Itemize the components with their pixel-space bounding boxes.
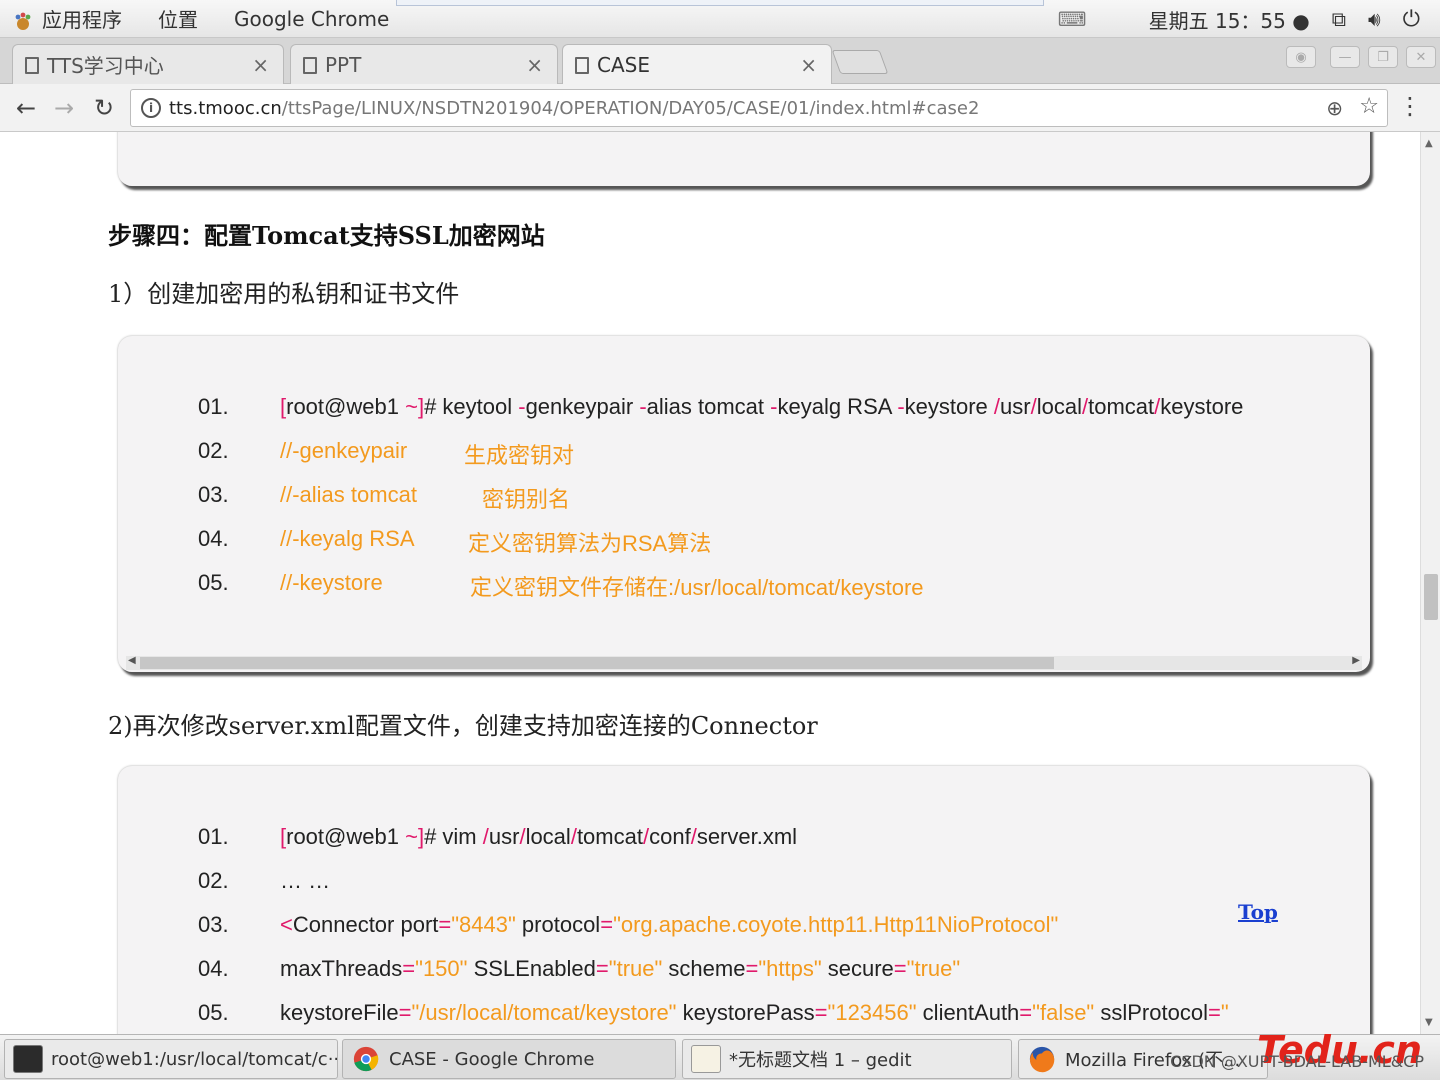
firefox-icon bbox=[1029, 1046, 1055, 1073]
gedit-icon bbox=[691, 1045, 721, 1073]
line-number: 04. bbox=[198, 956, 229, 981]
maximize-icon[interactable]: ❐ bbox=[1368, 46, 1398, 68]
reload-icon[interactable]: ↻ bbox=[88, 92, 120, 124]
comment-key: //-alias tomcat bbox=[280, 482, 417, 507]
code-block-server-xml: 01. [root@web1 ~]# vim /usr/local/tomcat… bbox=[118, 766, 1370, 1034]
page-icon bbox=[25, 57, 39, 74]
power-icon[interactable]: ⏻ bbox=[1403, 7, 1420, 32]
top-link[interactable]: Top bbox=[1238, 900, 1278, 924]
code-text: [root@web1 ~]# keytool -genkeypair -alia… bbox=[280, 394, 1244, 419]
page-vertical-scrollbar[interactable]: ▲ ▼ bbox=[1420, 132, 1440, 1034]
terminal-icon bbox=[13, 1045, 43, 1073]
page-icon bbox=[303, 57, 317, 74]
desktop-top-panel: 应用程序 位置 Google Chrome ⌨ 星期五 15：55 ● ⧉ 🔊︎… bbox=[0, 0, 1440, 38]
line-number: 05. bbox=[198, 570, 229, 595]
volume-icon[interactable]: 🔊︎ bbox=[1368, 7, 1381, 31]
task-label: CASE - Google Chrome bbox=[389, 1048, 595, 1070]
comment-desc: 生成密钥对 bbox=[464, 443, 575, 468]
address-bar[interactable]: i tts.tmooc.cn/ttsPage/LINUX/NSDTN201904… bbox=[130, 89, 1388, 127]
chrome-icon bbox=[353, 1046, 379, 1072]
section-title-1: 1）创建加密用的私钥和证书文件 bbox=[108, 280, 460, 308]
new-tab-button[interactable] bbox=[831, 50, 889, 74]
site-info-icon[interactable]: i bbox=[141, 98, 161, 118]
comment-desc: 密钥别名 bbox=[482, 487, 571, 512]
task-gedit[interactable]: *无标题文档 1 – gedit bbox=[682, 1039, 1012, 1079]
page-content: 步骤四：配置Tomcat支持SSL加密网站 1）创建加密用的私钥和证书文件 01… bbox=[0, 132, 1420, 1034]
tab-title: PPT bbox=[325, 52, 362, 77]
tab-title: TTS学习中心 bbox=[47, 54, 164, 78]
scroll-right-arrow-icon[interactable]: ▶ bbox=[1352, 655, 1360, 666]
places-menu[interactable]: 位置 bbox=[158, 4, 198, 33]
close-window-icon[interactable]: ✕ bbox=[1406, 46, 1436, 68]
line-number: 03. bbox=[198, 912, 229, 937]
task-chrome[interactable]: CASE - Google Chrome bbox=[342, 1039, 676, 1079]
page-icon bbox=[575, 57, 589, 74]
comment-key: //-keyalg RSA bbox=[280, 526, 415, 551]
browser-toolbar: ← → ↻ i tts.tmooc.cn/ttsPage/LINUX/NSDTN… bbox=[0, 84, 1440, 132]
back-arrow-icon[interactable]: ← bbox=[10, 92, 42, 124]
line-number: 05. bbox=[198, 1000, 229, 1025]
forward-arrow-icon[interactable]: → bbox=[48, 92, 80, 124]
tab-case[interactable]: CASE × bbox=[562, 44, 832, 85]
comment-key: //-keystore bbox=[280, 570, 383, 595]
minimize-icon[interactable]: — bbox=[1330, 46, 1360, 68]
step-title: 步骤四：配置Tomcat支持SSL加密网站 bbox=[108, 221, 545, 250]
horizontal-scrollbar[interactable]: ◀ ▶ bbox=[126, 655, 1362, 670]
code-text: … … bbox=[280, 868, 331, 893]
tab-close-icon[interactable]: × bbox=[526, 53, 543, 77]
applications-label: 应用程序 bbox=[42, 8, 122, 32]
keyboard-icon[interactable]: ⌨ bbox=[1058, 7, 1087, 31]
zoom-icon[interactable]: ⊕ bbox=[1326, 96, 1343, 120]
previous-code-block bbox=[118, 132, 1370, 186]
comment-desc: 定义密钥文件存储在:/usr/local/tomcat/keystore bbox=[470, 575, 924, 600]
scroll-left-arrow-icon[interactable]: ◀ bbox=[128, 655, 136, 666]
code-text: [root@web1 ~]# vim /usr/local/tomcat/con… bbox=[280, 824, 798, 849]
scrollbar-thumb[interactable] bbox=[140, 657, 1054, 669]
menu-kebab-icon[interactable]: ⋮ bbox=[1398, 92, 1422, 120]
network-icon[interactable]: ⧉ bbox=[1332, 7, 1346, 31]
tab-title: CASE bbox=[597, 53, 650, 77]
line-number: 02. bbox=[198, 438, 229, 463]
line-number: 03. bbox=[198, 482, 229, 507]
app-menu-chrome[interactable]: Google Chrome bbox=[234, 7, 389, 31]
bookmark-star-icon[interactable]: ☆ bbox=[1359, 94, 1379, 119]
code-text: keystoreFile="/usr/local/tomcat/keystore… bbox=[280, 1000, 1229, 1025]
tab-close-icon[interactable]: × bbox=[252, 53, 269, 77]
line-number: 01. bbox=[198, 824, 229, 849]
line-number: 02. bbox=[198, 868, 229, 893]
comment-key: //-genkeypair bbox=[280, 438, 408, 463]
task-label: root@web1:/usr/local/tomcat/c··· bbox=[51, 1048, 338, 1070]
section-title-2: 2)再次修改server.xml配置文件，创建支持加密连接的Connector bbox=[108, 712, 818, 740]
scrollbar-thumb[interactable] bbox=[1424, 574, 1438, 620]
url-host: tts.tmooc.cn bbox=[169, 97, 282, 119]
task-terminal[interactable]: root@web1:/usr/local/tomcat/c··· bbox=[4, 1039, 338, 1079]
gnome-foot-icon bbox=[15, 12, 31, 30]
panel-clock[interactable]: 星期五 15：55 ● bbox=[1149, 5, 1310, 34]
browser-tab-strip: TTS学习中心 × PPT × CASE × ◉ — ❐ ✕ bbox=[0, 38, 1440, 85]
tab-tts[interactable]: TTS学习中心 × bbox=[12, 44, 284, 84]
panel-menu: 应用程序 位置 Google Chrome bbox=[12, 4, 389, 33]
code-text: <Connector port="8443" protocol="org.apa… bbox=[280, 912, 1059, 937]
applications-menu[interactable]: 应用程序 bbox=[12, 4, 122, 33]
panel-status-area: ⌨ 星期五 15：55 ● ⧉ 🔊︎ ⏻ bbox=[1058, 0, 1420, 38]
line-number: 04. bbox=[198, 526, 229, 551]
url-path: /ttsPage/LINUX/NSDTN201904/OPERATION/DAY… bbox=[281, 97, 980, 119]
task-label: *无标题文档 1 – gedit bbox=[729, 1050, 912, 1071]
tab-close-icon[interactable]: × bbox=[800, 53, 817, 77]
panel-top-strip bbox=[396, 0, 1044, 6]
comment-desc: 定义密钥算法为RSA算法 bbox=[468, 531, 712, 556]
csdn-watermark: CSDN @XUPT-BDAL-LAB-ML&CP bbox=[1170, 1052, 1424, 1071]
scroll-up-arrow-icon[interactable]: ▲ bbox=[1425, 138, 1433, 149]
profile-icon[interactable]: ◉ bbox=[1286, 46, 1316, 68]
scroll-down-arrow-icon[interactable]: ▼ bbox=[1425, 1017, 1433, 1028]
code-text: maxThreads="150" SSLEnabled="true" schem… bbox=[280, 956, 961, 981]
tab-ppt[interactable]: PPT × bbox=[290, 44, 558, 84]
code-block-keytool: 01. [root@web1 ~]# keytool -genkeypair -… bbox=[118, 336, 1370, 672]
line-number: 01. bbox=[198, 394, 229, 419]
